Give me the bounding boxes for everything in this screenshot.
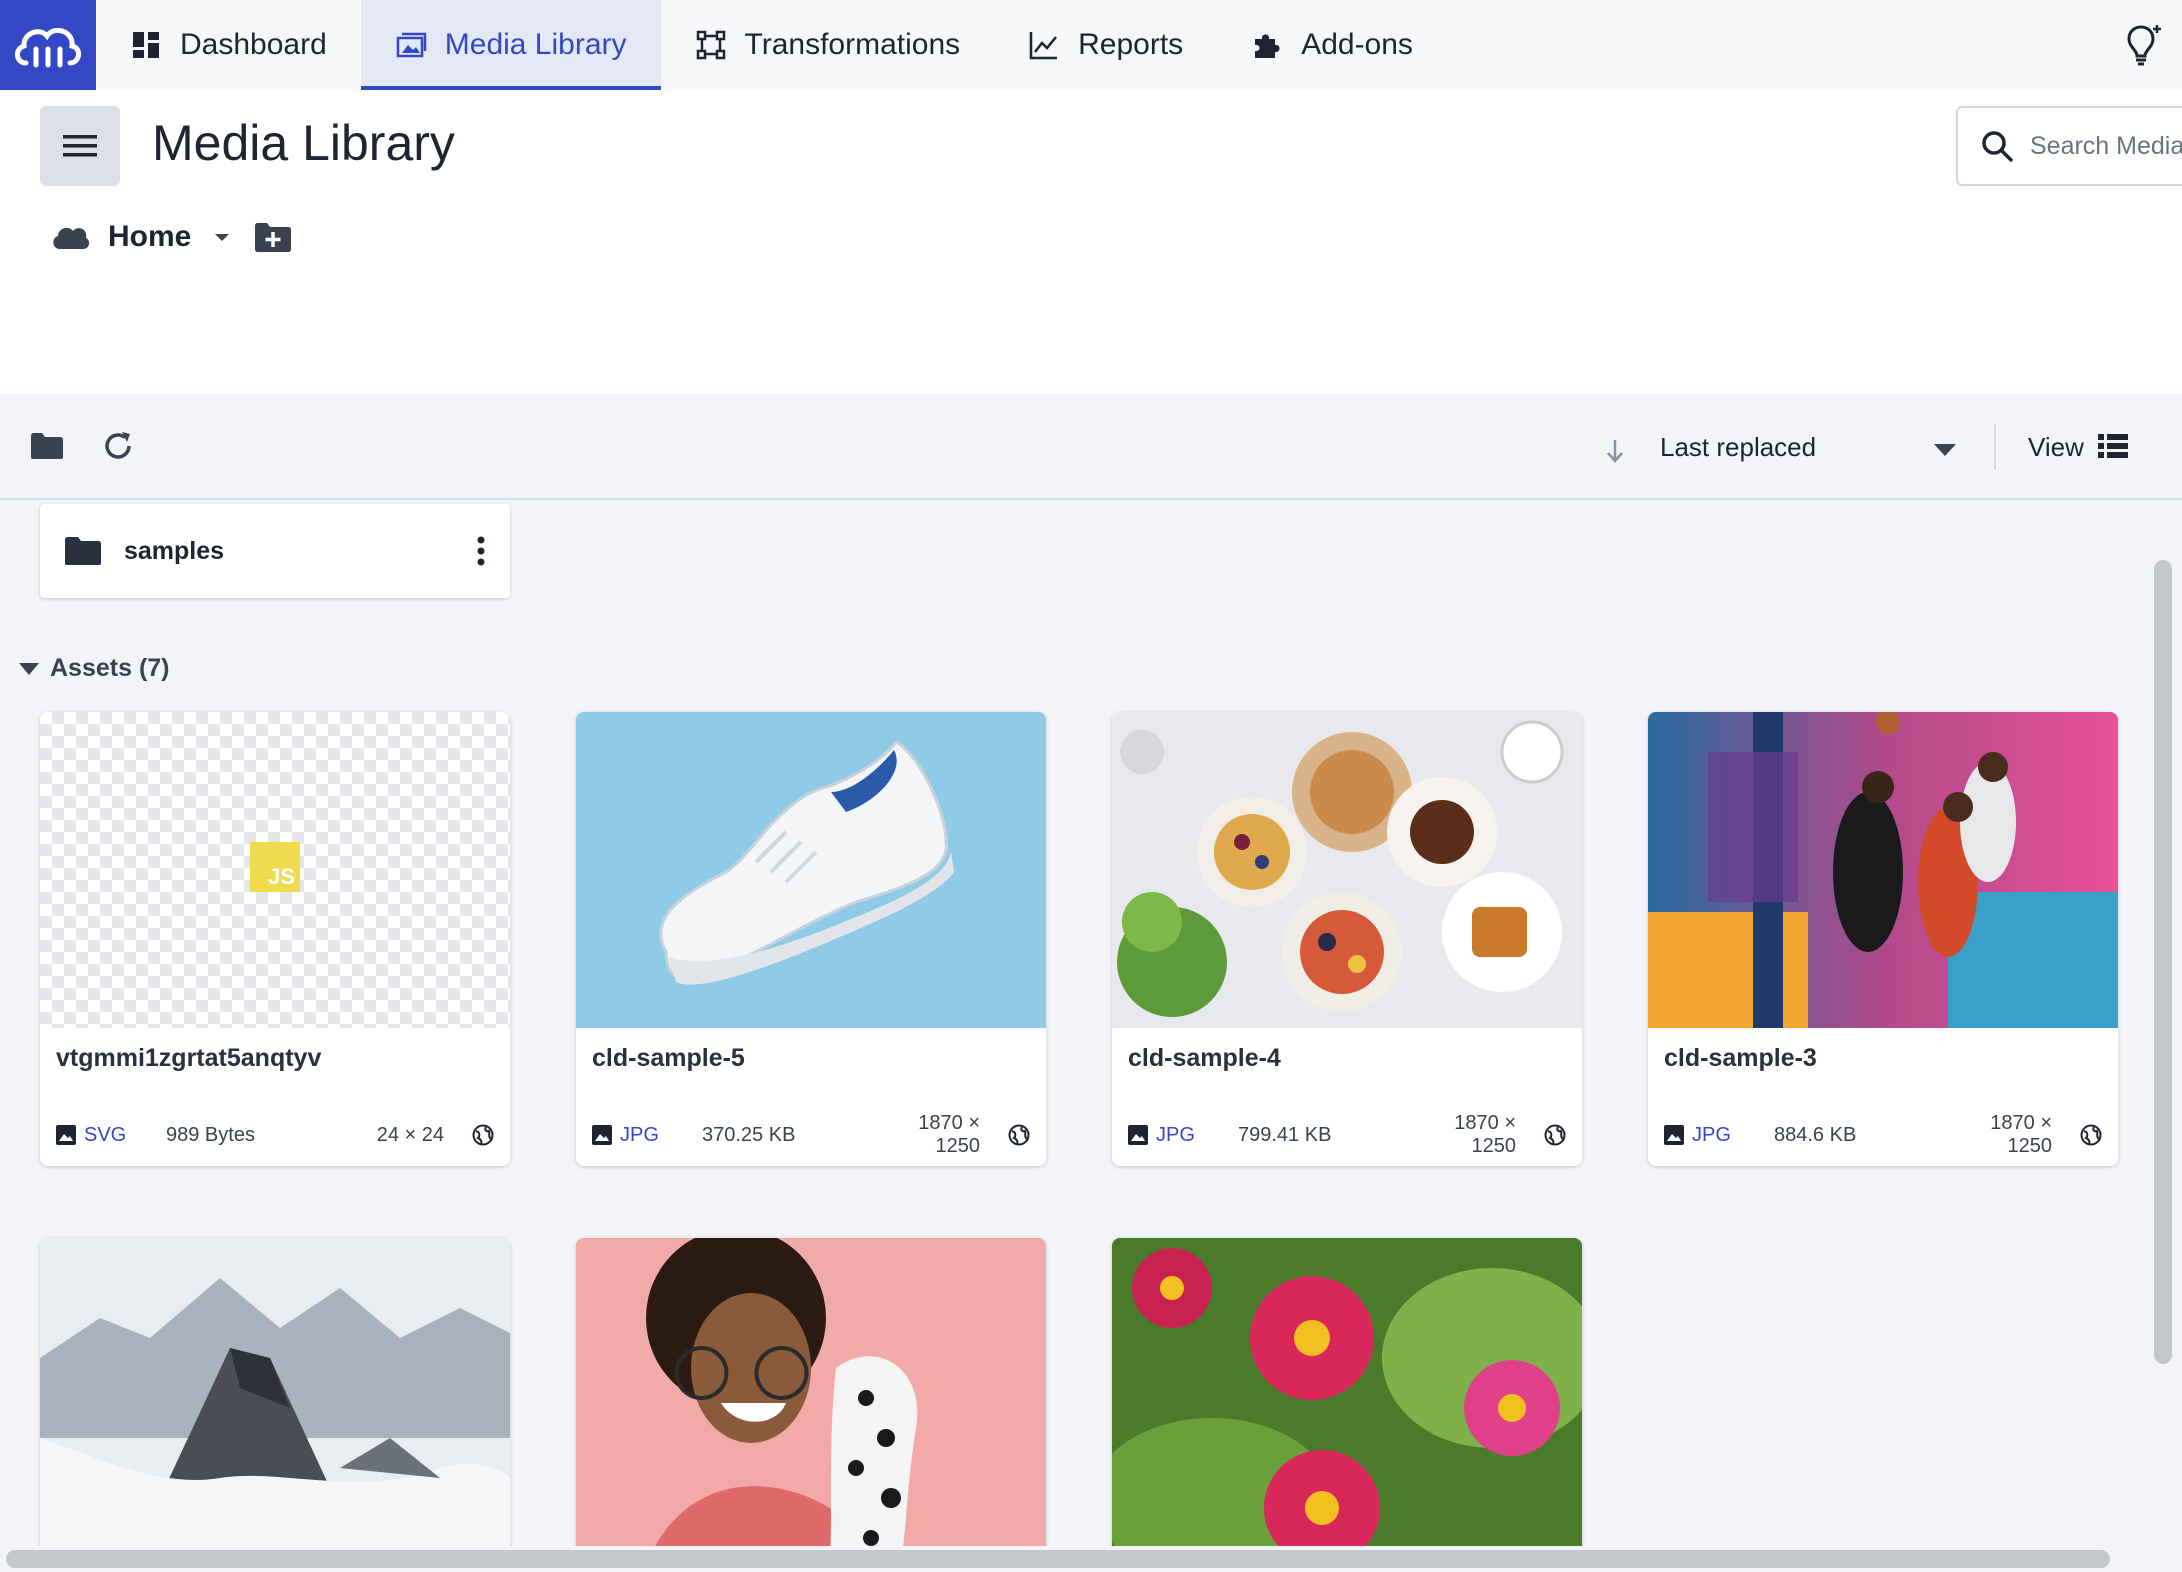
search-input[interactable]: Search Media	[1956, 106, 2182, 186]
asset-size: 884.6 KB	[1774, 1123, 1857, 1146]
breadcrumb: Home	[50, 220, 293, 254]
transformations-icon	[696, 30, 725, 60]
puzzle-icon	[1255, 34, 1280, 58]
image-icon	[56, 1125, 76, 1145]
asset-card[interactable]: cld-sample-5 JPG 370.25 KB 1870 × 1250	[576, 712, 1046, 1166]
asset-format: SVG	[56, 1124, 166, 1147]
nav-add-ons-label: Add-ons	[1301, 28, 1413, 61]
vertical-scrollbar[interactable]	[2154, 560, 2172, 1364]
folder-card[interactable]: samples	[40, 504, 510, 598]
sort-select[interactable]: Last replaced	[1660, 432, 1816, 463]
page-title: Media Library	[152, 115, 455, 171]
flowers-image	[1112, 1238, 1582, 1572]
mountain-image	[40, 1238, 510, 1572]
assets-heading: Assets (7)	[50, 654, 170, 682]
asset-card[interactable]	[40, 1238, 510, 1572]
asset-meta: JPG 884.6 KB 1870 × 1250	[1648, 1104, 2118, 1166]
js-logo-icon: JS	[250, 842, 300, 892]
chevron-down-icon[interactable]	[1932, 442, 1958, 458]
asset-thumbnail: JS	[40, 712, 510, 1028]
asset-thumbnail	[576, 1238, 1046, 1572]
asset-dimensions: 1870 × 1250	[1454, 1112, 1516, 1157]
breadcrumb-home[interactable]: Home	[108, 220, 191, 254]
asset-thumbnail	[1112, 1238, 1582, 1572]
new-folder-icon[interactable]	[253, 220, 293, 254]
cloudinary-logo[interactable]	[0, 0, 96, 90]
chart-line-icon	[1029, 32, 1058, 60]
more-options-icon[interactable]	[476, 536, 486, 566]
horizontal-scrollbar[interactable]	[6, 1550, 2110, 1568]
globe-icon[interactable]	[2080, 1124, 2102, 1146]
cloud-logo-icon	[15, 27, 81, 68]
nav-dashboard-label: Dashboard	[180, 28, 327, 61]
asset-card[interactable]: cld-sample-4 JPG 799.41 KB 1870 × 1250	[1112, 712, 1582, 1166]
asset-card[interactable]: cld-sample-3 JPG 884.6 KB 1870 × 1250	[1648, 712, 2118, 1166]
globe-icon[interactable]	[1544, 1124, 1566, 1146]
globe-icon[interactable]	[1008, 1124, 1030, 1146]
nav-add-ons[interactable]: Add-ons	[1217, 0, 1447, 90]
nav-dashboard[interactable]: Dashboard	[96, 0, 361, 90]
asset-thumbnail	[1648, 712, 2118, 1028]
list-view-icon[interactable]	[2098, 432, 2128, 460]
asset-meta: JPG 799.41 KB 1870 × 1250	[1112, 1104, 1582, 1166]
page-header: Media Library Search Media Home	[0, 90, 2182, 394]
asset-format: JPG	[1664, 1124, 1774, 1147]
chevron-down-icon[interactable]	[205, 222, 239, 252]
asset-dimensions: 1870 × 1250	[918, 1112, 980, 1157]
dashboard-icon	[133, 32, 159, 58]
assets-toolbar	[0, 394, 2182, 500]
search-icon	[1982, 131, 2013, 162]
asset-card[interactable]	[576, 1238, 1046, 1572]
asset-size: 989 Bytes	[166, 1123, 255, 1146]
cloud-icon	[53, 227, 90, 249]
view-toggle-label[interactable]: View	[2028, 432, 2084, 463]
image-icon	[592, 1125, 612, 1145]
lightbulb-icon	[2127, 25, 2161, 66]
sneaker-image	[576, 712, 1046, 1028]
image-icon	[1128, 1125, 1148, 1145]
media-library-icon	[396, 32, 427, 58]
folder-name: samples	[124, 536, 225, 565]
nav-media-library[interactable]: Media Library	[360, 0, 661, 90]
asset-dimensions: 24 × 24	[376, 1123, 444, 1146]
sort-direction-icon[interactable]	[1604, 436, 1626, 466]
globe-icon[interactable]	[472, 1124, 494, 1146]
asset-card[interactable]	[1112, 1238, 1582, 1572]
sidebar-toggle-button[interactable]	[40, 106, 120, 186]
folder-icon	[65, 537, 101, 565]
asset-format: JPG	[1128, 1124, 1238, 1147]
nav-reports[interactable]: Reports	[994, 0, 1217, 90]
assets-section-toggle[interactable]: Assets (7)	[18, 654, 170, 683]
search-placeholder: Search Media	[2030, 131, 2182, 160]
asset-format: JPG	[592, 1124, 702, 1147]
refresh-icon[interactable]	[100, 428, 136, 464]
nav-reports-label: Reports	[1078, 28, 1184, 61]
asset-card[interactable]: JS vtgmmi1zgrtat5anqtyv SVG 989 Bytes 24…	[40, 712, 510, 1166]
nav-media-library-label: Media Library	[444, 28, 627, 61]
asset-dimensions: 1870 × 1250	[1990, 1112, 2052, 1157]
js-badge-text: JS	[268, 864, 295, 889]
hamburger-menu-icon	[63, 135, 97, 157]
asset-thumbnail	[1112, 712, 1582, 1028]
asset-size: 370.25 KB	[702, 1123, 796, 1146]
toolbar-divider	[1994, 424, 1996, 470]
asset-meta: SVG 989 Bytes 24 × 24	[40, 1104, 510, 1166]
top-navigation: Dashboard Media Library Transformations …	[0, 0, 2182, 90]
folder-view-icon[interactable]	[30, 432, 64, 460]
basketball-image	[1648, 712, 2118, 1028]
caret-down-icon	[19, 662, 39, 675]
asset-size: 799.41 KB	[1238, 1123, 1332, 1146]
nav-transformations[interactable]: Transformations	[661, 0, 995, 90]
food-image	[1112, 712, 1582, 1028]
nav-transformations-label: Transformations	[744, 28, 961, 61]
woman-dog-image	[576, 1238, 1046, 1572]
horizontal-scrollbar-track	[0, 1546, 2182, 1572]
asset-thumbnail	[576, 712, 1046, 1028]
image-icon	[1664, 1125, 1684, 1145]
asset-meta: JPG 370.25 KB 1870 × 1250	[576, 1104, 1046, 1166]
whats-new-button[interactable]	[2102, 0, 2182, 90]
asset-thumbnail	[40, 1238, 510, 1572]
